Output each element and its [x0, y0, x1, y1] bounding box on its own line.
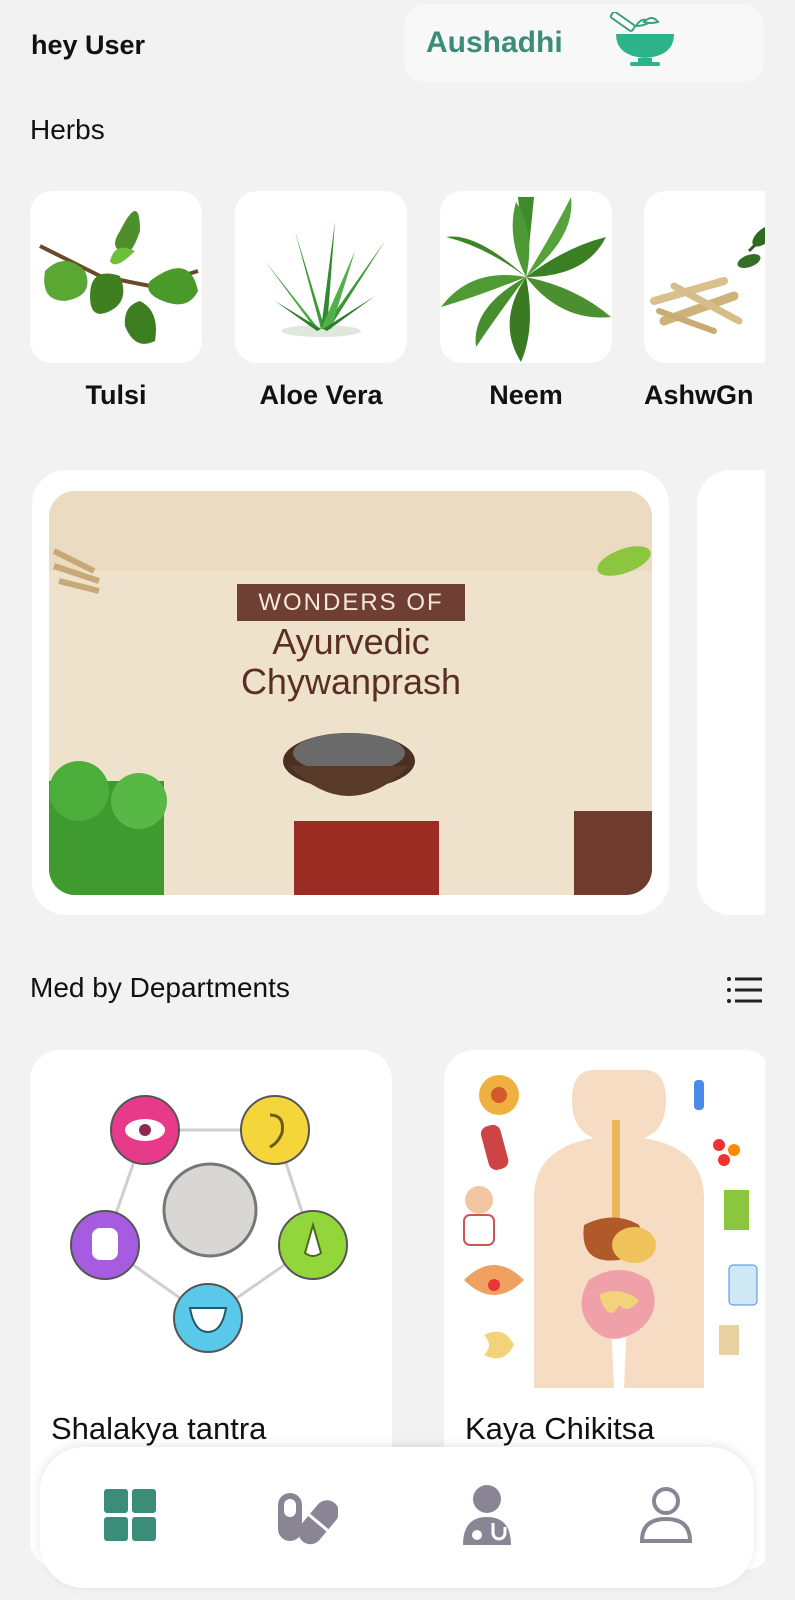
digestive-system-image — [463, 1070, 758, 1388]
herbs-title: Herbs — [30, 114, 105, 145]
herb-card-tulsi[interactable] — [30, 191, 202, 363]
chywanprash-banner-image: WONDERS OF Ayurvedic Chywanprash — [49, 491, 652, 895]
banner-line2: Chywanprash — [241, 661, 461, 702]
neem-leaf-image — [441, 197, 611, 362]
herb-label-neem: Neem — [489, 380, 563, 410]
herb-label-aloe-vera: Aloe Vera — [259, 380, 383, 410]
herb-label-ashwagandha: AshwGn — [644, 380, 754, 410]
doctor-icon[interactable] — [455, 1483, 519, 1547]
banner-tag: WONDERS OF — [258, 589, 443, 616]
department-label-shalakya: Shalakya tantra — [51, 1411, 267, 1446]
banner-line1: Ayurvedic — [272, 621, 429, 662]
herb-card-neem[interactable] — [440, 191, 612, 363]
greeting-text: hey User — [31, 30, 146, 60]
herb-card-ashwagandha[interactable] — [644, 191, 765, 363]
brand-name: Aushadhi — [426, 26, 563, 59]
profile-icon[interactable] — [634, 1483, 698, 1547]
tulsi-leaf-image — [39, 211, 199, 344]
herb-label-tulsi: Tulsi — [85, 380, 147, 410]
screen: hey User Aushadhi Herbs Tulsi Aloe Vera … — [0, 0, 765, 1600]
departments-title: Med by Departments — [30, 972, 290, 1003]
department-label-kaya: Kaya Chikitsa — [465, 1411, 655, 1446]
list-icon[interactable] — [726, 975, 762, 1005]
grid-icon[interactable] — [98, 1483, 162, 1547]
senses-diagram-image — [70, 1095, 348, 1353]
herb-card-aloe-vera[interactable] — [235, 191, 407, 363]
pills-icon[interactable] — [274, 1483, 338, 1547]
banner-card-next[interactable] — [697, 470, 765, 915]
aloe-vera-image — [265, 221, 385, 337]
mortar-pestle-icon — [609, 12, 674, 66]
ashwagandha-root-image — [650, 225, 765, 334]
